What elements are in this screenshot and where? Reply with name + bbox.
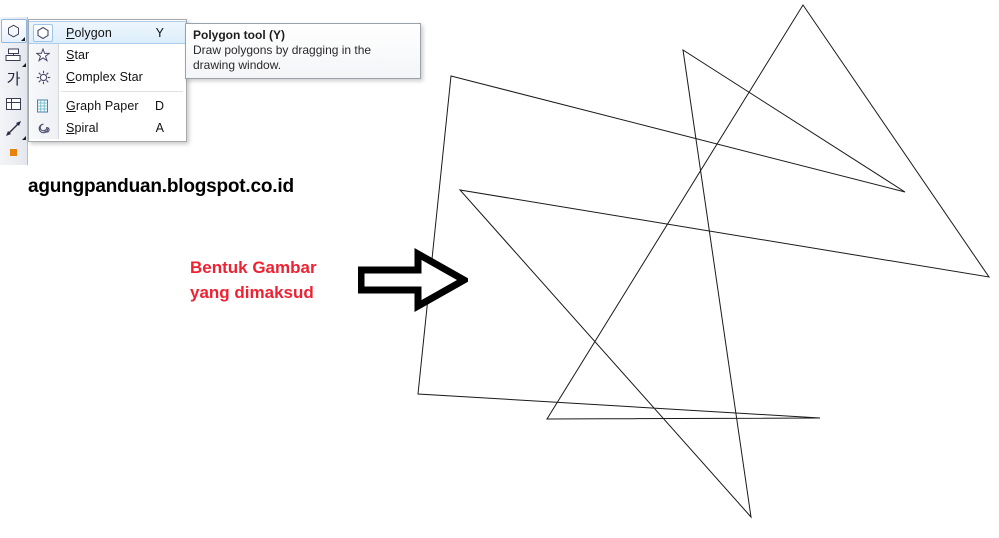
right-arrow-icon [357, 248, 472, 312]
menu-item-graph-paper[interactable]: Graph Paper D [29, 95, 186, 117]
menu-item-shortcut-polygon: Y [155, 25, 164, 40]
complex-star-icon [33, 68, 53, 86]
menu-item-label-star: Star [66, 48, 90, 62]
table-grid-icon [6, 98, 21, 111]
flyout-triangle-icon[interactable] [20, 37, 25, 42]
dimension-icon [6, 120, 21, 136]
tooltip-body: Draw polygons by dragging in the drawing… [193, 43, 372, 72]
star-icon [33, 46, 53, 64]
flyout-triangle-icon[interactable] [21, 135, 26, 140]
menu-item-polygon[interactable]: Polygon Y [29, 21, 186, 44]
graph-paper-icon [33, 97, 53, 115]
complex-star-polygon [417, 4, 991, 519]
menu-item-spiral[interactable]: Spiral A [29, 117, 186, 139]
caption-line-2: yang dimaksud [190, 283, 314, 302]
spiral-icon [33, 119, 53, 137]
flyout-triangle-icon[interactable] [21, 62, 26, 67]
menu-item-label-spiral: Spiral [66, 121, 99, 135]
left-tool-options-toolbar: ⬡ 가 [0, 17, 28, 165]
menu-item-label-polygon: Polygon [66, 25, 112, 40]
menu-item-complex-star[interactable]: Complex Star [29, 66, 186, 88]
fill-color-icon [10, 149, 17, 157]
menu-item-label-graph-paper: Graph Paper [66, 99, 139, 113]
menu-item-star[interactable]: Star [29, 44, 186, 66]
toolbar-button-fill-color[interactable] [1, 141, 27, 165]
polygon-tool-tooltip: Polygon tool (Y) Draw polygons by draggi… [185, 23, 421, 79]
menu-item-shortcut-spiral: A [155, 121, 164, 135]
toolbar-button-table-tool[interactable] [1, 92, 27, 116]
toolbar-button-polygon-tool[interactable]: ⬡ [0, 19, 27, 44]
polygon-icon [33, 23, 53, 42]
polygon-tool-flyout-menu: Polygon Y Star Complex Star Graph Paper … [28, 19, 187, 142]
menu-item-shortcut-graph-paper: D [154, 99, 164, 113]
text-icon: 가 [6, 71, 21, 89]
annotation-caption: Bentuk Gambar yang dimaksud [190, 255, 317, 305]
watermark-url: agungpanduan.blogspot.co.id [28, 176, 294, 197]
caption-line-1: Bentuk Gambar [190, 258, 317, 277]
tooltip-title: Polygon tool (Y) [193, 28, 285, 42]
toolbar-button-connector-tool[interactable] [1, 43, 27, 67]
right-arrow-annotation [357, 248, 472, 312]
polygon-icon: ⬡ [6, 22, 21, 40]
screenshot-canvas: ⬡ 가 Polygon Y Star Complex Star Graph Pa… [0, 0, 999, 538]
toolbar-button-text-tool[interactable]: 가 [1, 68, 27, 92]
toolbar-button-dimension-tool[interactable] [1, 116, 27, 140]
menu-item-label-complex-star: Complex Star [66, 70, 143, 84]
connector-icon [5, 48, 21, 62]
menu-separator [61, 91, 183, 92]
